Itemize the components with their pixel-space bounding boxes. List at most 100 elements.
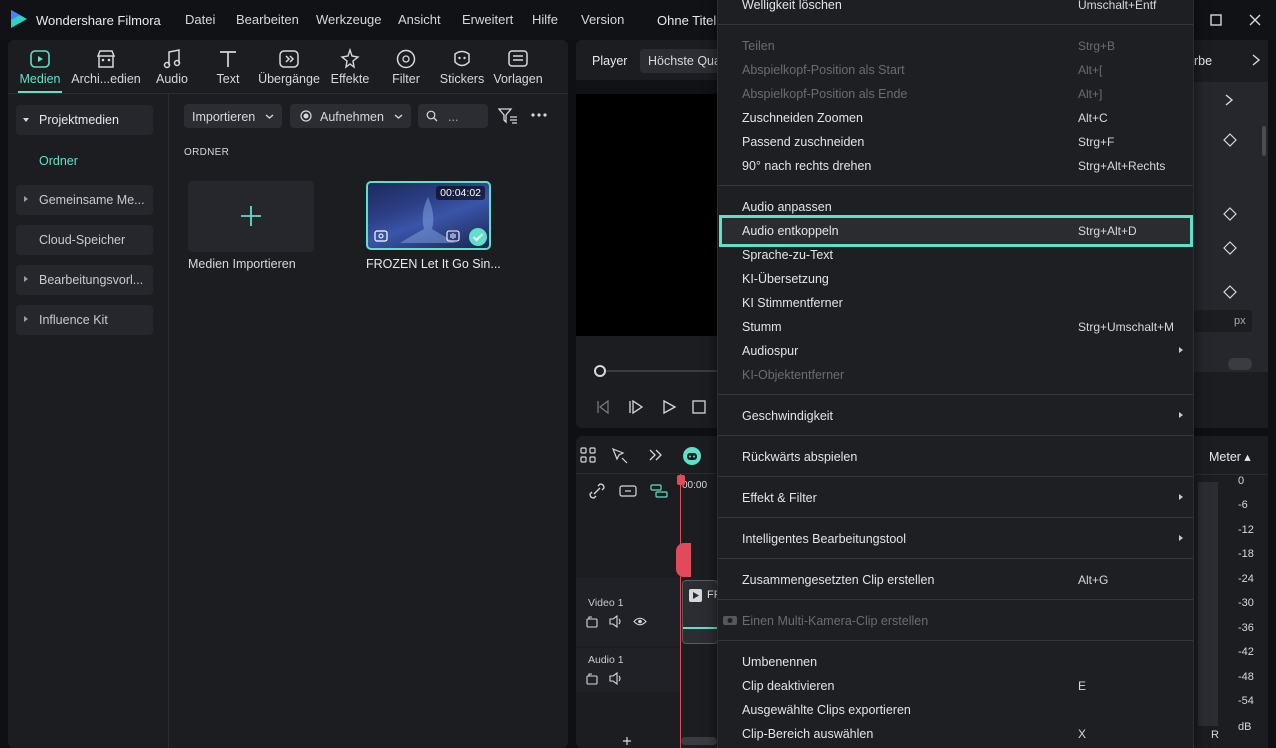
chevron-right-icon[interactable]	[1224, 93, 1234, 107]
active-tab-indicator	[18, 91, 62, 93]
menu-item-ki-stimmentferner[interactable]: KI Stimmentferner	[742, 296, 843, 310]
filter-sort-icon[interactable]	[498, 108, 518, 124]
track-split-icon[interactable]	[650, 484, 668, 498]
plus-icon	[241, 206, 261, 226]
menu-hilfe[interactable]: Hilfe	[532, 12, 558, 27]
sidebar-item-bearbeitungsvorlagen[interactable]: Bearbeitungsvorl...	[16, 265, 153, 295]
tab-filter[interactable]: Filter	[376, 48, 436, 90]
select-tool-icon[interactable]	[611, 447, 629, 465]
timeline-video-clip[interactable]: FF	[682, 580, 720, 644]
position-field[interactable]: px	[1194, 310, 1252, 332]
menu-item-geschwindigkeit[interactable]: Geschwindigkeit	[742, 409, 833, 423]
menu-item-stumm[interactable]: Stumm	[742, 320, 782, 334]
menu-item-abspielkopf-ende: Abspielkopf-Position als Ende	[742, 87, 908, 101]
tab-medien[interactable]: Medien	[10, 48, 70, 90]
menu-item-passend-zuschneiden[interactable]: Passend zuschneiden	[742, 135, 864, 149]
maximize-icon[interactable]	[1206, 10, 1226, 30]
folder-lock-icon[interactable]	[586, 673, 598, 685]
menu-item-umbenennen[interactable]: Umbenennen	[742, 655, 817, 669]
menu-item-welligkeit-loeschen[interactable]: Welligkeit löschen	[742, 0, 842, 12]
play-frame-icon[interactable]	[628, 399, 644, 415]
menu-item-effekt-filter[interactable]: Effekt & Filter	[742, 491, 817, 505]
keyframe-icon[interactable]	[1223, 133, 1237, 147]
video-track-header	[576, 578, 680, 646]
record-button[interactable]: Aufnehmen	[290, 104, 411, 128]
menu-item-zuschneiden-zoomen[interactable]: Zuschneiden Zoomen	[742, 111, 863, 125]
play-icon	[689, 589, 702, 602]
keyframe-icon[interactable]	[1223, 207, 1237, 221]
speaker-icon[interactable]	[609, 615, 623, 628]
menu-item-clips-exportieren[interactable]: Ausgewählte Clips exportieren	[742, 703, 911, 717]
tab-stickers[interactable]: Stickers	[432, 48, 492, 90]
keyframe-icon[interactable]	[1223, 285, 1237, 299]
menu-datei[interactable]: Datei	[185, 12, 215, 27]
close-icon[interactable]	[1245, 10, 1265, 30]
menu-bearbeiten[interactable]: Bearbeiten	[236, 12, 299, 27]
previous-frame-icon[interactable]	[596, 399, 610, 415]
submenu-arrow-icon	[1179, 494, 1183, 500]
stop-icon[interactable]	[692, 400, 706, 414]
menu-item-ki-uebersetzung[interactable]: KI-Übersetzung	[742, 272, 829, 286]
import-media-tile[interactable]	[188, 181, 314, 252]
playhead-handle[interactable]	[677, 475, 685, 485]
menu-item-clip-deaktivieren[interactable]: Clip deaktivieren	[742, 679, 834, 693]
media-clip-label: FROZEN Let It Go Sin...	[366, 257, 501, 271]
eye-icon[interactable]	[633, 616, 647, 627]
menu-werkzeuge[interactable]: Werkzeuge	[316, 12, 382, 27]
timeline-scrollbar[interactable]	[681, 737, 717, 745]
tab-text[interactable]: Text	[198, 48, 258, 90]
tab-archiv-medien[interactable]: Archi...edien	[70, 48, 142, 90]
menu-item-zusammengesetzter-clip[interactable]: Zusammengesetzten Clip erstellen	[742, 573, 934, 587]
playback-scrubber-handle[interactable]	[594, 365, 606, 377]
chevron-right-icon[interactable]	[1251, 53, 1261, 67]
tab-audio[interactable]: Audio	[142, 48, 202, 90]
ai-assistant-icon[interactable]	[682, 446, 702, 466]
menu-item-audiospur[interactable]: Audiospur	[742, 344, 798, 358]
db-tick: 0	[1238, 475, 1245, 487]
search-input[interactable]: ...	[418, 104, 488, 128]
menu-item-sprache-zu-text[interactable]: Sprache-zu-Text	[742, 248, 833, 262]
properties-tab-partial[interactable]: rbe	[1194, 54, 1212, 68]
properties-scrollbar[interactable]	[1262, 126, 1266, 156]
menu-item-rechts-drehen[interactable]: 90° nach rechts drehen	[742, 159, 871, 173]
add-track-icon[interactable]	[622, 736, 632, 746]
sidebar-item-influence-kit[interactable]: Influence Kit	[16, 305, 153, 335]
media-clip-thumbnail[interactable]: 00:04:02	[366, 181, 491, 250]
speaker-icon[interactable]	[609, 672, 623, 685]
menu-item-clip-bereich-auswaehlen[interactable]: Clip-Bereich auswählen	[742, 727, 873, 741]
menu-version[interactable]: Version	[581, 12, 624, 27]
music-note-icon	[163, 49, 181, 69]
menu-item-teilen: Teilen	[742, 39, 775, 53]
grid-layout-icon[interactable]	[580, 447, 596, 463]
menu-erweitert[interactable]: Erweitert	[462, 12, 513, 27]
menu-item-audio-anpassen[interactable]: Audio anpassen	[742, 200, 832, 214]
sidebar-item-projektmedien[interactable]: Projektmedien	[16, 105, 153, 135]
more-options-icon[interactable]	[530, 112, 548, 118]
db-tick: -30	[1238, 597, 1254, 609]
tab-vorlagen[interactable]: Vorlagen	[488, 48, 548, 90]
menu-item-audio-entkoppeln[interactable]: Audio entkoppeln	[742, 224, 839, 238]
folder-lock-icon[interactable]	[586, 616, 598, 628]
tab-uebergaenge[interactable]: Übergänge	[256, 48, 322, 90]
shortcut-label: Strg+F	[1078, 135, 1115, 149]
forward-double-icon[interactable]	[648, 448, 664, 462]
meter-label[interactable]: Meter ▴	[1209, 449, 1251, 464]
shortcut-label: Alt+]	[1078, 87, 1103, 101]
submenu-arrow-icon	[1179, 535, 1183, 541]
menu-item-rueckwaerts-abspielen[interactable]: Rückwärts abspielen	[742, 450, 857, 464]
menu-ansicht[interactable]: Ansicht	[398, 12, 441, 27]
play-icon[interactable]	[661, 399, 677, 415]
sidebar-item-cloud-speicher[interactable]: Cloud-Speicher	[16, 225, 153, 255]
playback-progress-track[interactable]	[600, 370, 720, 372]
link-clip-icon[interactable]	[619, 485, 637, 497]
keyframe-icon[interactable]	[1223, 241, 1237, 255]
sidebar-item-ordner[interactable]: Ordner	[39, 154, 78, 168]
unlink-icon[interactable]	[589, 483, 605, 499]
db-tick: -12	[1238, 524, 1254, 536]
sidebar-item-gemeinsame-medien[interactable]: Gemeinsame Me...	[16, 185, 153, 215]
import-button[interactable]: Importieren	[184, 104, 282, 128]
tab-effekte[interactable]: Effekte	[320, 48, 380, 90]
playhead-marker	[676, 543, 691, 577]
toggle-switch[interactable]	[1228, 358, 1252, 370]
menu-item-intelligentes-tool[interactable]: Intelligentes Bearbeitungstool	[742, 532, 906, 546]
